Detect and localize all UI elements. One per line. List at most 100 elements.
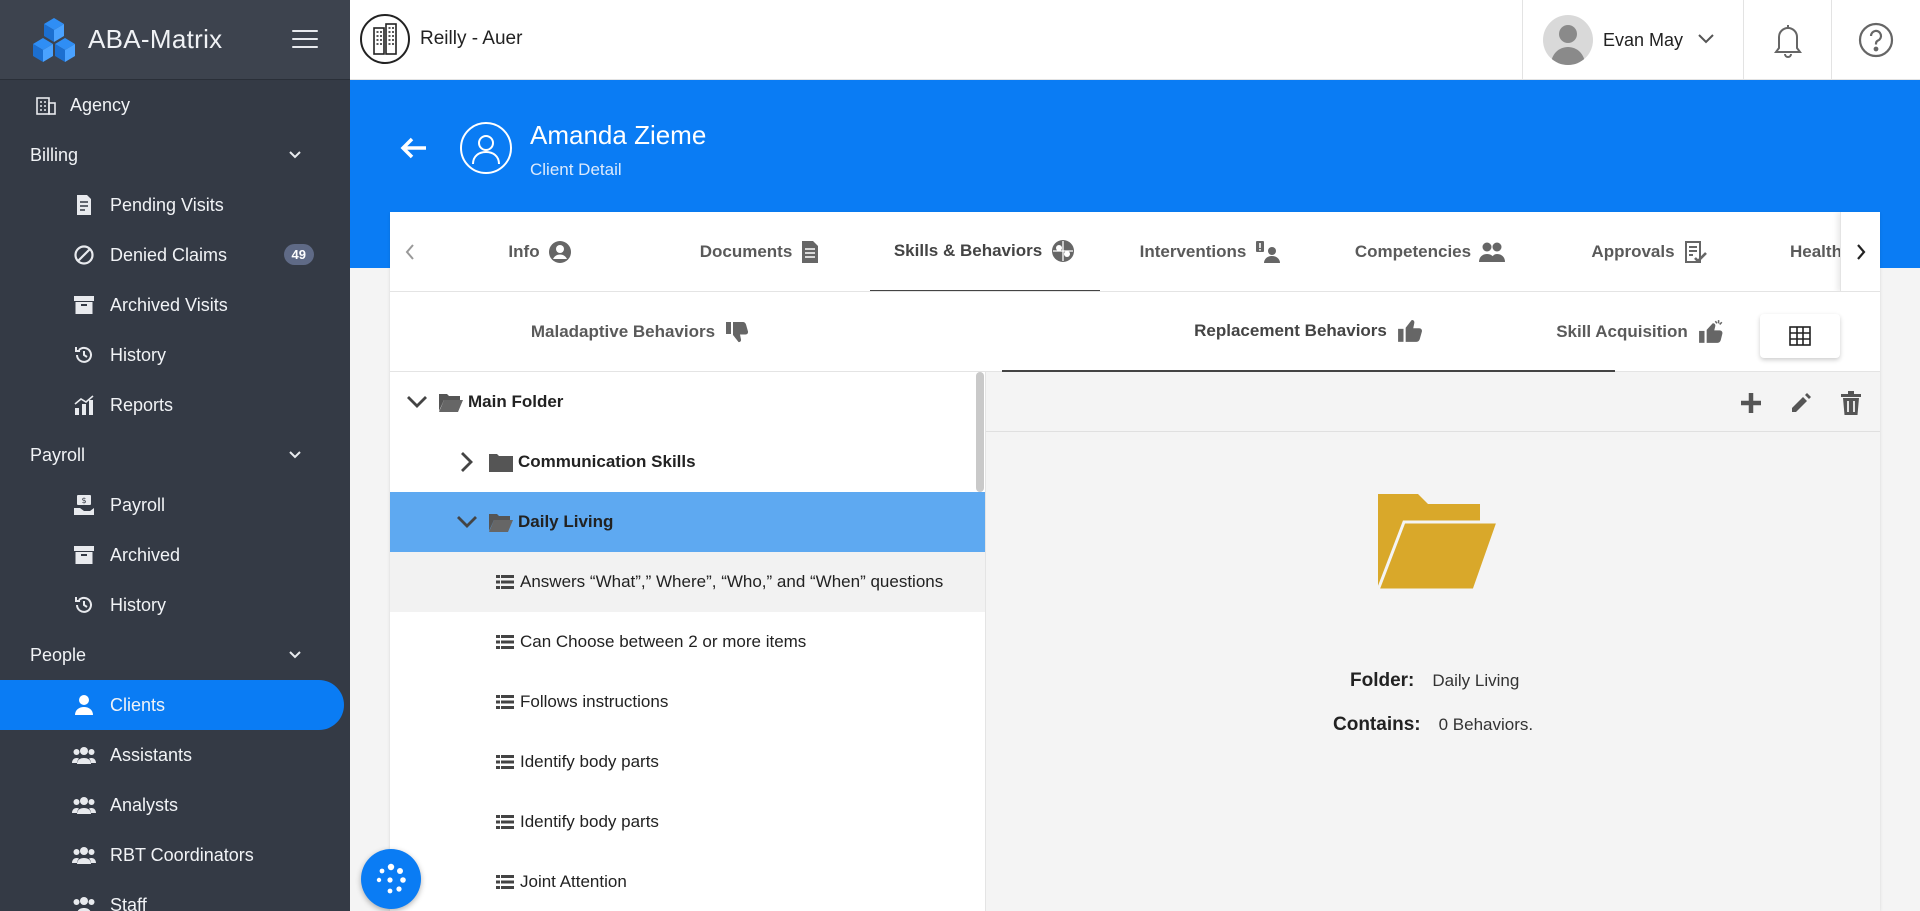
tab-label: Skills & Behaviors <box>893 241 1043 260</box>
brain-puzzle-icon <box>1050 238 1076 264</box>
tree-node-communication-skills[interactable]: Communication Skills <box>390 432 985 492</box>
tab-competencies[interactable]: Competencies <box>1320 212 1540 291</box>
folder-value: Daily Living <box>1432 671 1520 690</box>
folder-label: Folder: <box>1350 670 1415 691</box>
sidebar-item-payroll-history[interactable]: History <box>0 580 350 630</box>
help-icon[interactable] <box>1832 0 1920 80</box>
tree-leaf[interactable]: Identify body parts <box>390 792 985 852</box>
add-button[interactable] <box>1736 388 1766 418</box>
tree-leaf-label: Follows instructions <box>520 692 669 711</box>
subtab-replacement-behaviors[interactable]: Replacement Behaviors <box>1002 292 1615 372</box>
tabs-scroll-right-icon[interactable] <box>1840 212 1880 291</box>
trash-icon <box>1841 391 1861 415</box>
chevron-down-icon <box>1698 34 1714 44</box>
notifications-bell-icon[interactable] <box>1744 0 1832 80</box>
tree-leaf[interactable]: Joint Attention <box>390 852 985 911</box>
users-icon <box>1479 241 1506 263</box>
thumbs-down-icon <box>725 320 749 344</box>
page-subtitle: Client Detail <box>530 160 622 179</box>
delete-button[interactable] <box>1836 388 1866 418</box>
tree-node-label: Communication Skills <box>518 452 696 471</box>
tabs-scroll-left-icon[interactable] <box>390 212 430 291</box>
subtab-maladaptive-behaviors[interactable]: Maladaptive Behaviors <box>390 292 890 372</box>
client-detail-card: Info Documents Skills & Behaviors Interv… <box>390 212 1880 911</box>
tree-node-main-folder[interactable]: Main Folder <box>390 372 985 432</box>
list-icon <box>496 574 514 590</box>
tree-scrollbar[interactable] <box>976 372 984 492</box>
sidebar-item-pending-visits[interactable]: Pending Visits <box>0 180 350 230</box>
tab-skills-behaviors[interactable]: Skills & Behaviors <box>870 212 1100 291</box>
tree-leaf[interactable]: Answers “What”,” Where”, “Who,” and “Whe… <box>390 552 985 612</box>
tab-interventions[interactable]: Interventions <box>1110 212 1310 291</box>
sidebar-item-label: Clients <box>110 694 166 715</box>
tree-node-label: Daily Living <box>518 512 614 531</box>
tree-leaf-label: Answers “What”,” Where”, “Who,” and “Whe… <box>520 572 944 591</box>
tree-node-daily-living[interactable]: Daily Living <box>390 492 985 552</box>
sidebar-section-people[interactable]: People <box>0 630 350 680</box>
back-arrow-icon[interactable] <box>400 136 428 160</box>
sidebar-item-assistants[interactable]: Assistants <box>0 730 350 780</box>
sidebar-item-payroll[interactable]: $ Payroll <box>0 480 350 530</box>
sidebar-item-billing-history[interactable]: History <box>0 330 350 380</box>
tree-leaf[interactable]: Follows instructions <box>390 672 985 732</box>
sidebar-item-rbt-coordinators[interactable]: RBT Coordinators <box>0 830 350 880</box>
tab-info[interactable]: Info <box>480 212 600 291</box>
chevron-down-icon <box>289 451 301 459</box>
sidebar-item-analysts[interactable]: Analysts <box>0 780 350 830</box>
thumbs-up-icon <box>1397 318 1423 344</box>
sidebar-item-clients[interactable]: Clients <box>0 680 344 730</box>
user-circle-icon <box>548 240 572 264</box>
tab-approvals[interactable]: Approvals <box>1550 212 1750 291</box>
section-label: Payroll <box>30 444 86 465</box>
sidebar-item-reports[interactable]: Reports <box>0 380 350 430</box>
top-bar: Reilly - Auer Evan May <box>350 0 1920 80</box>
chevron-down-icon[interactable] <box>402 387 432 417</box>
archive-icon <box>72 543 96 567</box>
sidebar-item-agency[interactable]: Agency <box>0 80 350 130</box>
tab-documents[interactable]: Documents <box>660 212 860 291</box>
tree-leaf-label: Identify body parts <box>520 752 659 771</box>
chevron-down-icon[interactable] <box>452 507 482 537</box>
tree-leaf-label: Can Choose between 2 or more items <box>520 632 807 651</box>
folder-icon <box>488 451 514 473</box>
tab-label: Interventions <box>1139 242 1247 261</box>
sidebar-item-staff[interactable]: Staff <box>0 880 350 911</box>
sidebar-section-payroll[interactable]: Payroll <box>0 430 350 480</box>
folder-open-icon <box>488 511 514 533</box>
subtab-skill-acquisition[interactable]: Skill Acquisition <box>1540 292 1740 372</box>
floating-chat-button[interactable] <box>361 849 421 909</box>
sub-tabs: Maladaptive Behaviors Replacement Behavi… <box>390 292 1880 372</box>
sidebar-section-billing[interactable]: Billing <box>0 130 350 180</box>
thumbs-up-sparkle-icon <box>1698 319 1724 345</box>
menu-toggle-icon[interactable] <box>292 30 318 50</box>
tree-leaf-label: Joint Attention <box>520 872 627 891</box>
users-icon <box>72 893 96 911</box>
history-icon <box>72 343 96 367</box>
denied-claims-badge: 49 <box>283 244 314 265</box>
sidebar: ABA-Matrix Agency Billing Pending Visits… <box>0 0 350 911</box>
sidebar-item-label: Agency <box>70 94 131 115</box>
table-grid-icon <box>1789 326 1811 346</box>
users-icon <box>72 793 96 817</box>
list-icon <box>496 634 514 650</box>
chevron-right-icon[interactable] <box>452 447 482 477</box>
tree-leaf[interactable]: Can Choose between 2 or more items <box>390 612 985 672</box>
brand-name: ABA-Matrix <box>88 24 223 54</box>
receipt-icon <box>72 193 96 217</box>
sidebar-item-label: RBT Coordinators <box>110 844 254 865</box>
tab-label: Replacement Behaviors <box>1194 321 1387 340</box>
user-menu[interactable]: Evan May <box>1522 0 1744 80</box>
sidebar-item-archived-visits[interactable]: Archived Visits <box>0 280 350 330</box>
list-icon <box>496 874 514 890</box>
sidebar-item-denied-claims[interactable]: Denied Claims 49 <box>0 230 350 280</box>
tree-leaf[interactable]: Identify body parts <box>390 732 985 792</box>
edit-button[interactable] <box>1786 388 1816 418</box>
sidebar-item-payroll-archived[interactable]: Archived <box>0 530 350 580</box>
sidebar-item-label: Assistants <box>110 744 193 765</box>
chart-bar-icon <box>72 393 96 417</box>
chevron-down-icon <box>289 651 301 659</box>
list-icon <box>496 754 514 770</box>
sidebar-item-label: Payroll <box>110 494 166 515</box>
tab-label: Documents <box>699 242 793 261</box>
grid-view-button[interactable] <box>1760 314 1840 358</box>
